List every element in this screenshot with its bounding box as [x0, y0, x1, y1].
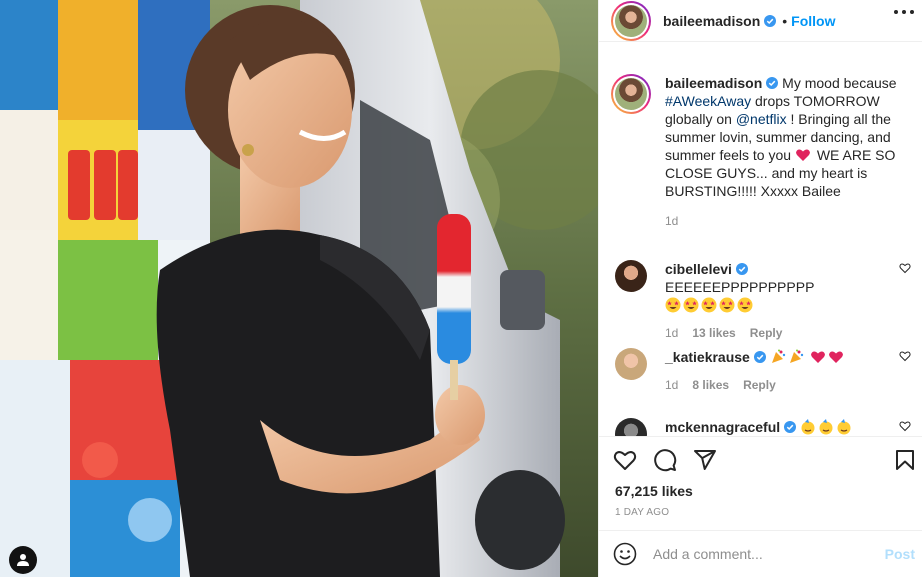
- post-photo[interactable]: [0, 0, 598, 577]
- comment-body: cibellelevi EEEEEEPPPPPPPPPP: [665, 260, 911, 314]
- mention-link[interactable]: @netflix: [736, 111, 787, 127]
- caption-prefix: My mood because: [782, 75, 897, 91]
- caption-time: 1d: [665, 214, 679, 228]
- comment-input[interactable]: [653, 546, 873, 562]
- comment-likes-count[interactable]: 13 likes: [692, 326, 735, 340]
- comment-username[interactable]: cibellelevi: [665, 261, 732, 277]
- hashtag-link[interactable]: #AWeekAway: [665, 93, 751, 109]
- author-username[interactable]: baileemadison: [663, 13, 760, 29]
- comment-like-heart-icon[interactable]: [899, 262, 911, 274]
- post-caption: baileemadison My mood because #AWeekAway…: [611, 74, 911, 228]
- star-struck-emoji-icon: [665, 297, 755, 313]
- post-side-panel: baileemadison • Follow baileemadison My …: [598, 0, 922, 577]
- post-comment-button[interactable]: Post: [885, 546, 915, 562]
- comment-meta: 1d 13 likes Reply: [665, 326, 911, 340]
- follow-button[interactable]: Follow: [791, 13, 835, 29]
- comment-likes-count[interactable]: 8 likes: [692, 378, 729, 392]
- comment-item: cibellelevi EEEEEEPPPPPPPPPP 1d 13 likes…: [611, 260, 911, 340]
- comment-time: 1d: [665, 378, 679, 392]
- add-comment-bar: Post: [599, 530, 922, 577]
- red-heart-emoji-icon: [810, 349, 846, 365]
- comment-time: 1d: [665, 326, 679, 340]
- comment-like-heart-icon[interactable]: [899, 420, 911, 432]
- comment-username[interactable]: mckennagraceful: [665, 419, 780, 435]
- commenter-avatar[interactable]: [615, 348, 647, 380]
- tag-button[interactable]: [9, 546, 37, 574]
- header-separator: •: [782, 12, 788, 29]
- comment-bubble-icon[interactable]: [653, 448, 677, 472]
- verified-badge-icon: [753, 351, 766, 363]
- red-heart-emoji-icon: [796, 149, 810, 161]
- comment-body: mckennagraceful: [665, 418, 911, 436]
- comment-meta: 1d 8 likes Reply: [665, 378, 911, 392]
- comment-item: mckennagraceful: [611, 418, 911, 436]
- photo-illustration: [0, 0, 598, 577]
- paper-plane-icon[interactable]: [693, 448, 717, 472]
- verified-badge-icon: [735, 263, 748, 275]
- heart-icon[interactable]: [613, 448, 637, 472]
- verified-badge-icon: [784, 421, 797, 433]
- comment-username[interactable]: _katiekrause: [665, 349, 750, 365]
- party-popper-emoji-icon: [770, 349, 810, 365]
- caption-avatar[interactable]: [611, 74, 651, 114]
- verified-badge-icon: [766, 77, 779, 89]
- comment-like-heart-icon[interactable]: [899, 350, 911, 362]
- user-tag-icon: [17, 554, 29, 566]
- action-icons: [599, 437, 922, 483]
- likes-count[interactable]: 67,215 likes: [599, 483, 922, 499]
- caption-username[interactable]: baileemadison: [665, 75, 762, 91]
- caption-text: baileemadison My mood because #AWeekAway…: [665, 74, 911, 200]
- bookmark-icon[interactable]: [893, 448, 917, 472]
- author-avatar[interactable]: [611, 0, 651, 41]
- comment-reply-button[interactable]: Reply: [743, 378, 776, 392]
- partying-face-emoji-icon: [800, 419, 854, 435]
- commenter-avatar[interactable]: [615, 418, 647, 436]
- post-header: baileemadison • Follow: [599, 0, 922, 42]
- smiley-icon[interactable]: [613, 542, 637, 566]
- post-timestamp[interactable]: 1 DAY AGO: [599, 507, 922, 518]
- post-actions: 67,215 likes 1 DAY AGO: [599, 436, 922, 518]
- comment-reply-button[interactable]: Reply: [750, 326, 783, 340]
- more-options-icon[interactable]: [894, 10, 914, 14]
- comment-text: EEEEEEPPPPPPPPPP: [665, 279, 815, 295]
- verified-badge-icon: [764, 14, 777, 27]
- comments-list[interactable]: baileemadison My mood because #AWeekAway…: [599, 58, 922, 436]
- comment-body: _katiekrause: [665, 348, 911, 366]
- commenter-avatar[interactable]: [615, 260, 647, 292]
- comment-item: _katiekrause 1d 8 likes Reply: [611, 348, 911, 392]
